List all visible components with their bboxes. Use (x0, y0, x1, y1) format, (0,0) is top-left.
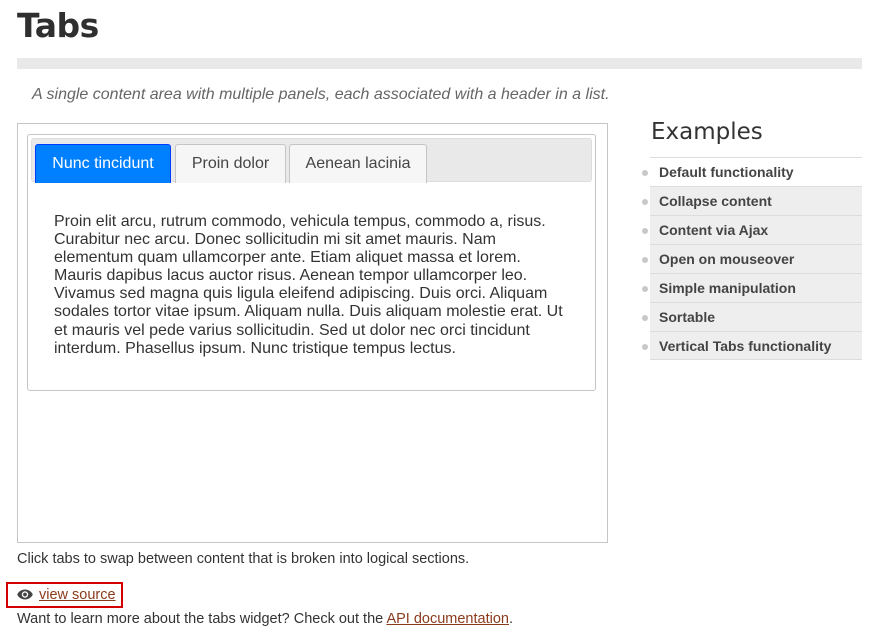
api-documentation-link[interactable]: API documentation (386, 611, 509, 627)
example-label: Collapse content (659, 193, 772, 209)
tab-aenean-lacinia[interactable]: Aenean lacinia (289, 144, 427, 183)
bullet-icon (642, 170, 648, 176)
example-link-sortable[interactable]: Sortable (642, 302, 862, 331)
more-info-prefix: Want to learn more about the tabs widget… (17, 611, 387, 627)
examples-heading: Examples (651, 119, 763, 145)
example-link-simple-manipulation[interactable]: Simple manipulation (642, 273, 862, 302)
example-link-default-functionality[interactable]: Default functionality (642, 157, 862, 186)
tab-nav: Nunc tincidunt Proin dolor Aenean lacini… (31, 138, 592, 183)
page: Tabs A single content area with multiple… (0, 0, 875, 644)
demo-frame: Nunc tincidunt Proin dolor Aenean lacini… (17, 123, 608, 543)
example-link-open-on-mouseover[interactable]: Open on mouseover (642, 244, 862, 273)
view-source-button[interactable]: view source (6, 582, 123, 608)
page-subtitle: A single content area with multiple pane… (32, 86, 610, 103)
example-link-collapse-content[interactable]: Collapse content (642, 186, 862, 215)
bullet-icon (642, 315, 648, 321)
example-label: Vertical Tabs functionality (659, 338, 832, 354)
bullet-icon (642, 257, 648, 263)
eye-icon (17, 589, 33, 600)
tabs-widget: Nunc tincidunt Proin dolor Aenean lacini… (27, 134, 596, 391)
example-label: Sortable (659, 309, 716, 325)
example-label: Default functionality (659, 164, 794, 180)
example-label: Content via Ajax (659, 222, 769, 238)
tab-panel-content: Proin elit arcu, rutrum commodo, vehicul… (54, 213, 563, 357)
tab-nunc-tincidunt[interactable]: Nunc tincidunt (35, 144, 171, 183)
title-divider (17, 58, 862, 69)
more-info-text: Want to learn more about the tabs widget… (17, 611, 513, 627)
bullet-icon (642, 344, 648, 350)
example-label: Open on mouseover (659, 251, 795, 267)
demo-description: Click tabs to swap between content that … (17, 551, 470, 567)
example-link-content-via-ajax[interactable]: Content via Ajax (642, 215, 862, 244)
more-info-suffix: . (508, 611, 513, 627)
view-source-link[interactable]: view source (39, 587, 116, 603)
bullet-icon (642, 199, 648, 205)
example-label: Simple manipulation (659, 280, 796, 296)
bullet-icon (642, 286, 648, 292)
page-title: Tabs (17, 6, 99, 45)
example-link-vertical-tabs-functionality[interactable]: Vertical Tabs functionality (642, 331, 862, 360)
examples-list: Default functionality Collapse content C… (642, 157, 862, 360)
tab-proin-dolor[interactable]: Proin dolor (175, 144, 286, 183)
bullet-icon (642, 228, 648, 234)
